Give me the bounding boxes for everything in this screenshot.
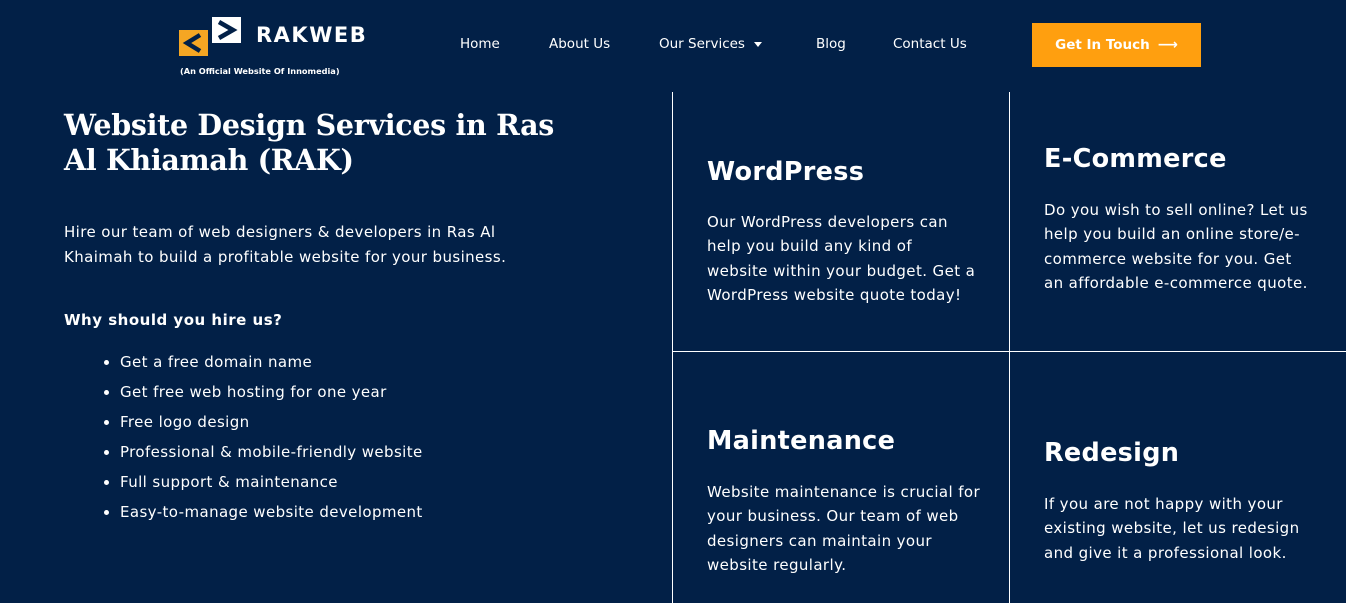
benefit-text: Easy-to-manage website development [120,503,423,521]
get-in-touch-label: Get In Touch [1055,37,1150,53]
hero-description: Hire our team of web designers & develop… [64,223,507,266]
arrow-right-icon: ⟶ [1157,37,1178,53]
bullet-icon [104,510,109,515]
bullet-icon [104,450,109,455]
benefits-list: Get a free domain name Get free web host… [104,350,423,530]
benefit-text: Professional & mobile-friendly website [120,443,423,461]
bullet-icon [104,360,109,365]
service-desc-redesign: If you are not happy with your existing … [1044,495,1300,562]
get-in-touch-button[interactable]: Get In Touch ⟶ [1032,23,1201,67]
logo-tagline: (An Official Website Of Innomedia) [180,66,340,76]
nav-contact-us[interactable]: Contact Us [893,36,967,52]
nav-our-services-label: Our Services [659,36,745,52]
list-item: Easy-to-manage website development [104,500,423,530]
benefit-text: Full support & maintenance [120,473,338,491]
nav-blog[interactable]: Blog [816,36,846,52]
chevron-down-icon[interactable] [753,41,762,47]
nav-about-us[interactable]: About Us [549,36,610,52]
list-item: Professional & mobile-friendly website [104,440,423,470]
page-title: Website Design Services in Ras Al Khiama… [64,108,555,177]
grid-divider-horizontal [672,351,1346,352]
why-heading: Why should you hire us? [64,311,283,329]
nav-home[interactable]: Home [460,36,500,52]
logo-wordmark: RAKWEB [256,23,368,47]
site-header: RAKWEB (An Official Website Of Innomedia… [0,0,1346,92]
site-logo[interactable]: RAKWEB (An Official Website Of Innomedia… [178,14,378,80]
service-desc-maintenance: Website maintenance is crucial for your … [707,483,981,574]
grid-divider-left [672,92,673,603]
service-desc-wordpress: Our WordPress developers can help you bu… [707,213,976,304]
bullet-icon [104,420,109,425]
benefit-text: Get free web hosting for one year [120,383,387,401]
grid-divider-middle [1009,92,1010,603]
logo-icon [179,17,241,56]
list-item: Free logo design [104,410,423,440]
list-item: Get free web hosting for one year [104,380,423,410]
service-title-wordpress: WordPress [707,157,865,187]
benefit-text: Get a free domain name [120,353,313,371]
service-desc-ecommerce: Do you wish to sell online? Let us help … [1044,201,1308,292]
list-item: Full support & maintenance [104,470,423,500]
bullet-icon [104,390,109,395]
benefit-text: Free logo design [120,413,250,431]
service-title-ecommerce: E-Commerce [1044,144,1227,174]
bullet-icon [104,480,109,485]
service-title-redesign: Redesign [1044,438,1180,468]
list-item: Get a free domain name [104,350,423,380]
service-title-maintenance: Maintenance [707,426,896,456]
nav-our-services[interactable]: Our Services [659,36,762,52]
